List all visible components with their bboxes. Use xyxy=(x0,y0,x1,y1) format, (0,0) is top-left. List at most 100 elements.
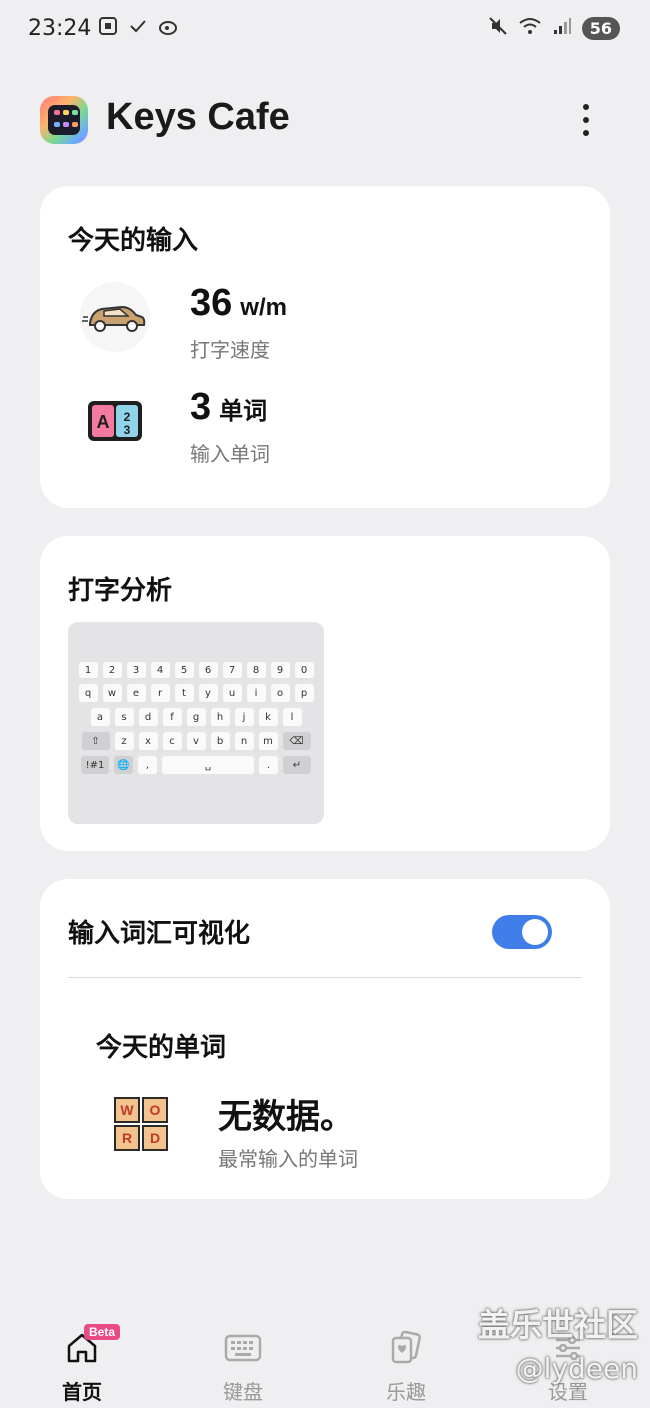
watermark-line: @lydeen xyxy=(515,1352,638,1385)
keyboard-preview[interactable]: 1 2 3 4 5 6 7 8 9 0 q w e r t y u i o p a s d f g h j k l ⇧ z x c v b n m ⌫ !#… xyxy=(68,622,324,824)
status-time: 23:24 xyxy=(28,16,92,41)
empty-subtitle: 最常输入的单词 xyxy=(218,1147,358,1171)
keyboard-key: 8 xyxy=(246,662,266,678)
svg-text:2: 2 xyxy=(124,410,131,424)
keyboard-key: i xyxy=(246,684,266,702)
keyboard-key: y xyxy=(198,684,218,702)
keyboard-key: e xyxy=(126,684,146,702)
keyboard-row: qwertyuiop xyxy=(78,684,314,702)
keyboard-row: !#1 🌐, ␣. ↵ xyxy=(78,756,314,774)
keyboard-key: u xyxy=(222,684,242,702)
abc-blocks-icon: A 2 3 xyxy=(80,386,150,456)
keyboard-key: w xyxy=(102,684,122,702)
nav-label: 乐趣 xyxy=(386,1380,426,1404)
keyboard-key: 9 xyxy=(270,662,290,678)
keyboard-key: j xyxy=(234,708,254,726)
keyboard-key: ␣ xyxy=(162,756,254,774)
speed-value: 36 w/m xyxy=(190,282,287,324)
weibo-icon xyxy=(158,16,180,41)
app-title: Keys Cafe xyxy=(106,96,290,138)
nav-fun[interactable]: 乐趣 xyxy=(346,1328,466,1405)
keyboard-key: 3 xyxy=(126,662,146,678)
keyboard-key: 7 xyxy=(222,662,242,678)
nav-keyboard[interactable]: 键盘 xyxy=(183,1328,303,1405)
words-label: 输入单词 xyxy=(190,442,270,466)
typing-analysis-title: 打字分析 xyxy=(68,576,173,606)
keyboard-row: 1234567890 xyxy=(78,662,314,678)
word-tile: O xyxy=(142,1097,168,1123)
keyboard-row: ⇧ z x c v b n m ⌫ xyxy=(78,732,314,750)
keyboard-key: q xyxy=(78,684,98,702)
vocab-card: 输入词汇可视化 今天的单词 W O R D 无数据。 最常输入的单词 xyxy=(40,879,610,1199)
keyboard-key: 4 xyxy=(150,662,170,678)
keyboard-key: k xyxy=(258,708,278,726)
keyboard-key: 2 xyxy=(102,662,122,678)
keyboard-key: 6 xyxy=(198,662,218,678)
keyboard-key: t xyxy=(174,684,194,702)
keyboard-key: 5 xyxy=(174,662,194,678)
check-icon xyxy=(128,16,148,41)
today-input-title: 今天的输入 xyxy=(68,226,199,256)
car-icon xyxy=(80,282,150,352)
keyboard-key: ⌫ xyxy=(282,732,311,750)
word-tile: R xyxy=(114,1125,140,1151)
keyboard-key: c xyxy=(162,732,182,750)
keyboard-icon xyxy=(223,1328,263,1368)
keyboard-key: m xyxy=(258,732,278,750)
keyboard-key: . xyxy=(259,756,278,774)
vocab-toggle[interactable] xyxy=(492,915,552,949)
svg-text:3: 3 xyxy=(124,423,131,437)
keyboard-key: f xyxy=(162,708,182,726)
keyboard-key: v xyxy=(186,732,206,750)
keyboard-key: d xyxy=(138,708,158,726)
speed-label: 打字速度 xyxy=(190,338,270,362)
beta-badge: Beta xyxy=(84,1324,121,1340)
words-value: 3 单词 xyxy=(190,386,268,428)
wifi-icon xyxy=(518,16,542,41)
divider xyxy=(68,977,582,978)
typing-analysis-card[interactable]: 打字分析 1 2 3 4 5 6 7 8 9 0 q w e r t y u i o p a s d f g h j k l ⇧ z x c v b… xyxy=(40,536,610,851)
keyboard-key: p xyxy=(294,684,314,702)
keyboard-key: 0 xyxy=(294,662,314,678)
today-input-card[interactable]: 今天的输入 36 w/m 打字速度 A 2 3 3 单词 输入单词 xyxy=(40,186,610,508)
today-words-title: 今天的单词 xyxy=(96,1033,227,1063)
keyboard-key: 1 xyxy=(78,662,98,678)
keyboard-key: s xyxy=(114,708,134,726)
keyboard-key: 🌐 xyxy=(114,756,133,774)
toggle-knob xyxy=(522,919,548,945)
watermark: 盖乐世社区 @lydeen xyxy=(478,1300,638,1385)
keyboard-key: r xyxy=(150,684,170,702)
keyboard-key: g xyxy=(186,708,206,726)
status-bar: 23:24 56 xyxy=(0,0,650,62)
keyboard-key: z xyxy=(114,732,134,750)
more-vertical-icon[interactable] xyxy=(574,100,598,140)
words-stat: A 2 3 3 单词 输入单词 xyxy=(68,386,588,476)
nav-label: 首页 xyxy=(62,1380,102,1404)
mute-icon xyxy=(488,16,508,41)
signal-icon xyxy=(552,16,572,41)
keyboard-key: x xyxy=(138,732,158,750)
keyboard-row: asdfghjkl xyxy=(78,708,314,726)
keyboard-key: !#1 xyxy=(81,756,109,774)
battery-indicator: 56 xyxy=(581,17,620,40)
cards-icon xyxy=(386,1328,426,1368)
nav-label: 键盘 xyxy=(223,1380,263,1404)
svg-text:A: A xyxy=(97,412,110,432)
app-logo-icon xyxy=(40,96,88,144)
word-tile: W xyxy=(114,1097,140,1123)
keyboard-key: ⇧ xyxy=(81,732,110,750)
keyboard-key: b xyxy=(210,732,230,750)
watermark-line: 盖乐世社区 xyxy=(477,1306,638,1344)
app-header: Keys Cafe xyxy=(40,92,610,148)
screenshot-icon xyxy=(98,16,118,41)
nav-home[interactable]: Beta 首页 xyxy=(22,1324,142,1405)
vocab-toggle-label: 输入词汇可视化 xyxy=(68,919,251,949)
word-tile: D xyxy=(142,1125,168,1151)
keyboard-key: a xyxy=(90,708,110,726)
empty-title: 无数据。 xyxy=(218,1097,354,1137)
keyboard-key: h xyxy=(210,708,230,726)
keyboard-key: ↵ xyxy=(283,756,311,774)
status-icons-left xyxy=(98,16,180,41)
speed-stat: 36 w/m 打字速度 xyxy=(68,282,588,372)
keyboard-key: l xyxy=(282,708,302,726)
